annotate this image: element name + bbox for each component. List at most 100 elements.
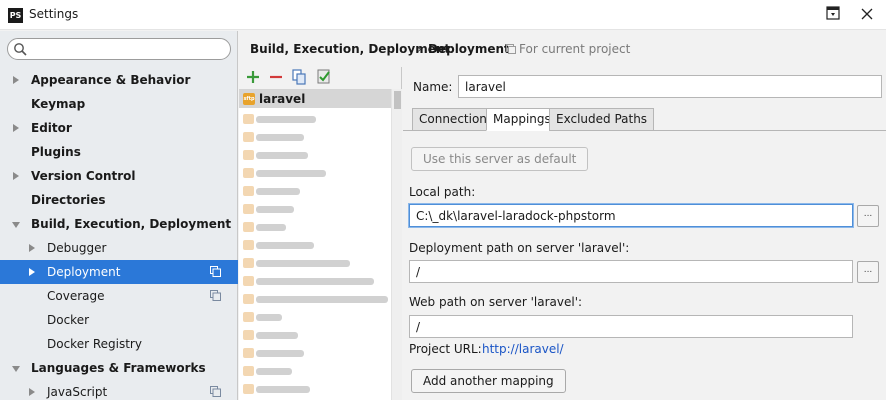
tree-item-build-execution-deployment[interactable]: Build, Execution, Deployment bbox=[0, 212, 238, 236]
tree-item-languages-frameworks[interactable]: Languages & Frameworks bbox=[0, 356, 238, 380]
remove-icon[interactable] bbox=[267, 68, 285, 86]
server-icon bbox=[243, 168, 254, 178]
server-icon bbox=[243, 276, 254, 286]
close-window-icon[interactable] bbox=[852, 3, 882, 25]
tree-item-deployment[interactable]: Deployment bbox=[0, 260, 238, 284]
project-url-label: Project URL: bbox=[409, 342, 482, 356]
server-item[interactable] bbox=[239, 362, 391, 380]
chevron-right-icon[interactable] bbox=[29, 244, 35, 252]
redacted-server-name bbox=[256, 332, 298, 339]
server-icon bbox=[243, 222, 254, 232]
server-label: laravel bbox=[259, 92, 306, 106]
tree-item-label: Coverage bbox=[47, 289, 105, 303]
copy-icon[interactable] bbox=[290, 68, 308, 86]
server-details: Name: Use this server as default Local p… bbox=[403, 67, 886, 400]
tree-item-plugins[interactable]: Plugins bbox=[0, 140, 238, 164]
restore-window-icon[interactable] bbox=[818, 3, 848, 25]
chevron-down-icon[interactable] bbox=[12, 222, 20, 228]
phpstorm-logo-icon: PS bbox=[8, 8, 23, 23]
server-icon bbox=[243, 132, 254, 142]
redacted-server-name bbox=[256, 224, 286, 231]
project-scope-note: For current project bbox=[519, 42, 631, 56]
tab-excluded-paths[interactable]: Excluded Paths bbox=[549, 108, 655, 131]
tree-item-version-control[interactable]: Version Control bbox=[0, 164, 238, 188]
deployment-path-input[interactable] bbox=[409, 260, 853, 283]
server-item[interactable] bbox=[239, 128, 391, 146]
tree-item-directories[interactable]: Directories bbox=[0, 188, 238, 212]
tree-item-docker[interactable]: Docker bbox=[0, 308, 238, 332]
chevron-right-icon[interactable] bbox=[13, 124, 19, 132]
tree-item-keymap[interactable]: Keymap bbox=[0, 92, 238, 116]
chevron-down-icon[interactable] bbox=[12, 366, 20, 372]
tree-item-label: Deployment bbox=[47, 265, 121, 279]
tree-item-editor[interactable]: Editor bbox=[0, 116, 238, 140]
project-scope-icon bbox=[506, 44, 516, 54]
servers-scrollbar[interactable] bbox=[391, 89, 402, 400]
chevron-right-icon[interactable] bbox=[13, 76, 19, 84]
redacted-server-name bbox=[256, 170, 326, 177]
redacted-server-name bbox=[256, 386, 310, 393]
settings-tree-panel: Appearance & Behavior Keymap Editor Plugins… bbox=[0, 31, 238, 400]
title-bar: PS Settings bbox=[0, 0, 886, 30]
server-icon bbox=[243, 312, 254, 322]
servers-toolbar bbox=[239, 67, 402, 89]
chevron-right-icon[interactable] bbox=[13, 172, 19, 180]
server-item[interactable] bbox=[239, 218, 391, 236]
server-item[interactable] bbox=[239, 236, 391, 254]
check-icon[interactable] bbox=[315, 68, 333, 86]
server-item-laravel[interactable]: sftp laravel bbox=[239, 90, 391, 108]
server-icon bbox=[243, 258, 254, 268]
servers-panel: sftp laravel bbox=[239, 67, 402, 400]
server-item[interactable] bbox=[239, 272, 391, 290]
tree-item-coverage[interactable]: Coverage bbox=[0, 284, 238, 308]
server-item[interactable] bbox=[239, 290, 391, 308]
sftp-icon: sftp bbox=[243, 93, 255, 105]
settings-search-input[interactable] bbox=[32, 41, 222, 57]
tab-connection[interactable]: Connection bbox=[412, 108, 494, 131]
server-item[interactable] bbox=[239, 164, 391, 182]
redacted-server-name bbox=[256, 350, 304, 357]
server-item[interactable] bbox=[239, 146, 391, 164]
local-path-input[interactable] bbox=[409, 204, 853, 227]
server-item[interactable] bbox=[239, 344, 391, 362]
name-input[interactable] bbox=[458, 75, 882, 98]
server-item[interactable] bbox=[239, 200, 391, 218]
breadcrumb-separator: › bbox=[417, 42, 422, 56]
tree-item-label: JavaScript bbox=[47, 385, 108, 399]
tree-item-docker-registry[interactable]: Docker Registry bbox=[0, 332, 238, 356]
project-url-link[interactable]: http://laravel/ bbox=[482, 342, 564, 356]
server-icon bbox=[243, 294, 254, 304]
local-path-label: Local path: bbox=[409, 185, 476, 199]
server-item[interactable] bbox=[239, 308, 391, 326]
window-title: Settings bbox=[29, 7, 79, 21]
tab-mappings[interactable]: Mappings bbox=[486, 108, 558, 131]
deployment-path-label: Deployment path on server 'laravel': bbox=[409, 241, 630, 255]
server-item[interactable] bbox=[239, 380, 391, 398]
chevron-right-icon[interactable] bbox=[29, 268, 35, 276]
server-item[interactable] bbox=[239, 254, 391, 272]
redacted-server-name bbox=[256, 242, 314, 249]
tree-item-appearance-behavior[interactable]: Appearance & Behavior bbox=[0, 68, 238, 92]
web-path-input[interactable] bbox=[409, 315, 853, 338]
server-item[interactable] bbox=[239, 326, 391, 344]
tree-item-label: Keymap bbox=[31, 97, 86, 111]
server-item[interactable] bbox=[239, 110, 391, 128]
use-default-button[interactable]: Use this server as default bbox=[411, 147, 589, 171]
tree-item-label: Editor bbox=[31, 121, 72, 135]
project-scope-icon bbox=[210, 266, 221, 277]
settings-search-box[interactable] bbox=[7, 38, 231, 60]
tree-item-debugger[interactable]: Debugger bbox=[0, 236, 238, 260]
project-scope-icon bbox=[210, 290, 221, 301]
redacted-server-name bbox=[256, 260, 350, 267]
servers-list[interactable]: sftp laravel bbox=[239, 89, 402, 400]
add-icon[interactable] bbox=[244, 68, 262, 86]
tree-item-javascript[interactable]: JavaScript bbox=[0, 380, 238, 400]
server-item[interactable] bbox=[239, 182, 391, 200]
local-path-browse-button[interactable]: ... bbox=[857, 205, 879, 227]
chevron-right-icon[interactable] bbox=[29, 388, 35, 396]
server-icon bbox=[243, 348, 254, 358]
add-another-mapping-button[interactable]: Add another mapping bbox=[411, 369, 566, 393]
deployment-path-browse-button[interactable]: ... bbox=[857, 261, 879, 283]
scroll-thumb[interactable] bbox=[394, 91, 401, 109]
web-path-label: Web path on server 'laravel': bbox=[409, 295, 583, 309]
